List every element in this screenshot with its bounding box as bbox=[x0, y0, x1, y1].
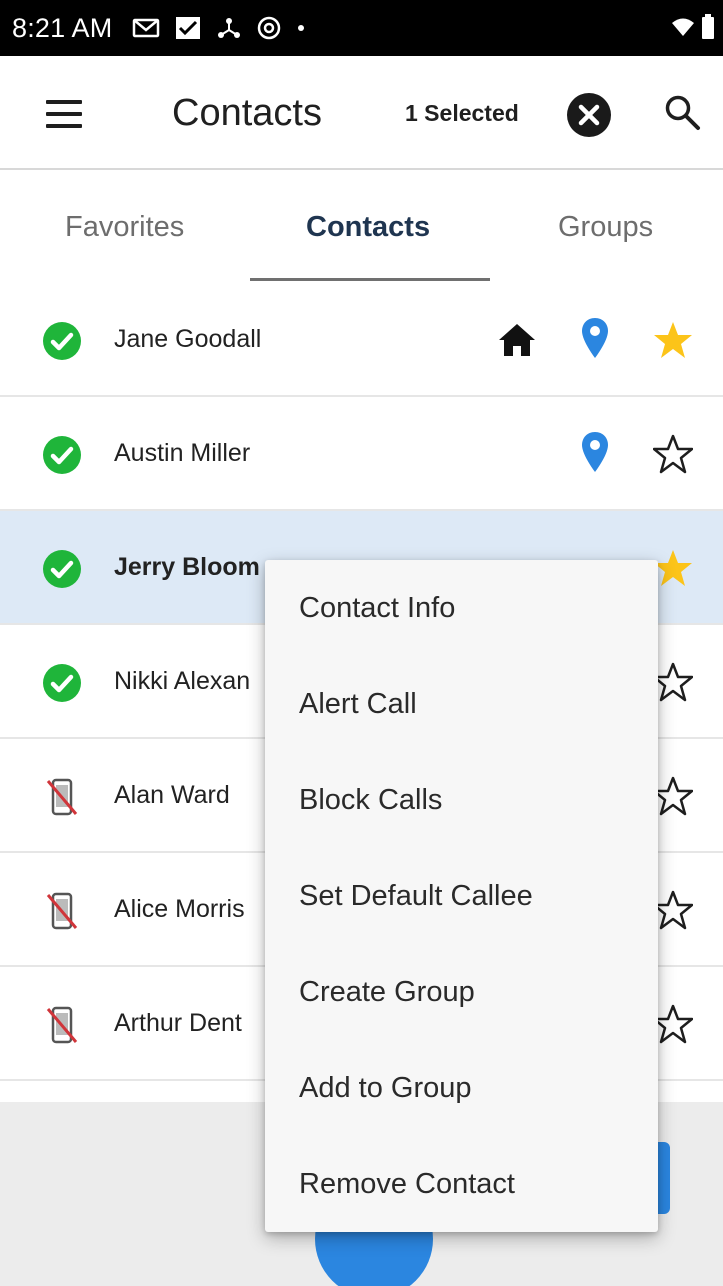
contact-name: Nikki Alexan bbox=[114, 667, 251, 695]
star-outline-icon[interactable] bbox=[653, 890, 693, 930]
online-check-icon bbox=[43, 436, 81, 474]
menu-icon[interactable] bbox=[40, 94, 90, 134]
contact-name: Jerry Bloom bbox=[114, 553, 260, 581]
menu-item-create-group[interactable]: Create Group bbox=[299, 976, 475, 1009]
sync-icon bbox=[258, 16, 281, 40]
context-menu: Contact Info Alert Call Block Calls Set … bbox=[265, 560, 658, 1232]
contact-name: Alan Ward bbox=[114, 781, 230, 809]
search-icon[interactable] bbox=[662, 92, 702, 132]
contact-name: Austin Miller bbox=[114, 439, 251, 467]
status-notification-icons bbox=[132, 15, 306, 41]
star-outline-icon[interactable] bbox=[653, 434, 693, 474]
menu-item-block-calls[interactable]: Block Calls bbox=[299, 784, 442, 817]
app-bar: Contacts 1 Selected bbox=[0, 56, 723, 170]
home-icon bbox=[499, 324, 535, 356]
selected-count: 1 Selected bbox=[405, 100, 519, 126]
contact-row[interactable]: Austin Miller bbox=[0, 397, 723, 511]
status-time: 8:21 AM bbox=[12, 12, 113, 43]
tab-favorites[interactable]: Favorites bbox=[65, 211, 184, 244]
no-device-icon bbox=[46, 1006, 78, 1044]
wifi-icon bbox=[672, 18, 694, 36]
online-check-icon bbox=[43, 550, 81, 588]
menu-item-remove-contact[interactable]: Remove Contact bbox=[299, 1168, 515, 1201]
no-device-icon bbox=[46, 778, 78, 816]
contact-name: Alice Morris bbox=[114, 895, 245, 923]
status-bar: 8:21 AM bbox=[0, 0, 723, 56]
menu-item-set-default-callee[interactable]: Set Default Callee bbox=[299, 880, 533, 913]
clear-selection-icon[interactable] bbox=[566, 92, 612, 138]
network-icon bbox=[218, 18, 241, 38]
location-pin-icon bbox=[582, 432, 608, 472]
star-outline-icon[interactable] bbox=[653, 1004, 693, 1044]
online-check-icon bbox=[43, 322, 81, 360]
favorite-star-icon[interactable] bbox=[653, 548, 693, 588]
status-right-icons bbox=[671, 14, 715, 40]
menu-item-add-to-group[interactable]: Add to Group bbox=[299, 1072, 472, 1105]
location-pin-icon bbox=[582, 318, 608, 358]
page-title: Contacts bbox=[172, 92, 322, 134]
tab-groups[interactable]: Groups bbox=[558, 211, 653, 244]
tab-indicator bbox=[250, 278, 490, 281]
tab-contacts[interactable]: Contacts bbox=[306, 211, 430, 244]
contact-name: Jane Goodall bbox=[114, 325, 262, 353]
battery-icon bbox=[702, 14, 714, 39]
no-device-icon bbox=[46, 892, 78, 930]
message-check-icon bbox=[176, 17, 201, 39]
favorite-star-icon[interactable] bbox=[653, 320, 693, 360]
star-outline-icon[interactable] bbox=[653, 662, 693, 702]
contact-name: Arthur Dent bbox=[114, 1009, 242, 1037]
fab-edge bbox=[656, 1142, 670, 1214]
gmail-icon bbox=[133, 18, 160, 38]
menu-item-alert-call[interactable]: Alert Call bbox=[299, 688, 417, 721]
star-outline-icon[interactable] bbox=[653, 776, 693, 816]
menu-item-contact-info[interactable]: Contact Info bbox=[299, 592, 455, 625]
dot-icon bbox=[298, 25, 305, 31]
tab-bar: Favorites Contacts Groups bbox=[0, 171, 723, 287]
online-check-icon bbox=[43, 664, 81, 702]
contact-row[interactable]: Jane Goodall bbox=[0, 283, 723, 397]
